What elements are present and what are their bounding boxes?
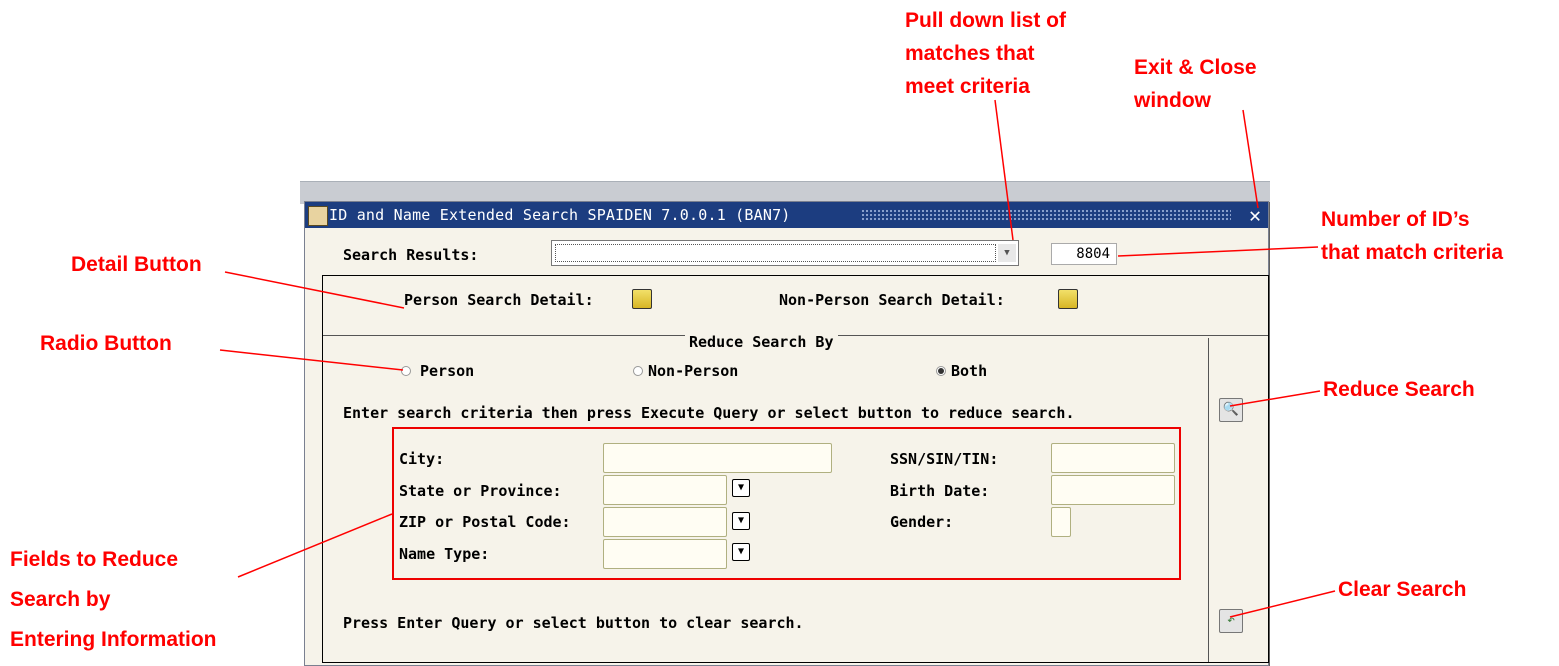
state-label: State or Province: (399, 482, 562, 500)
ssn-input[interactable] (1051, 443, 1175, 473)
criteria-instructions: Enter search criteria then press Execute… (343, 404, 1075, 422)
name-type-input[interactable] (603, 539, 727, 569)
radio-both-label: Both (951, 362, 988, 380)
state-dropdown-button[interactable]: ▼ (732, 479, 750, 497)
search-results-value (555, 244, 996, 262)
zip-label: ZIP or Postal Code: (399, 513, 571, 531)
annotation-detail-button: Detail Button (71, 253, 202, 276)
search-results-label: Search Results: (343, 246, 479, 264)
close-icon[interactable]: ✕ (1245, 204, 1265, 226)
radio-non-person-label: Non-Person (648, 362, 739, 380)
birth-date-input[interactable] (1051, 475, 1175, 505)
titlebar-grip (861, 209, 1231, 221)
city-input[interactable] (603, 443, 832, 473)
name-type-dropdown-button[interactable]: ▼ (732, 543, 750, 561)
annotation-reduce-search: Reduce Search (1323, 378, 1475, 401)
search-results-dropdown[interactable]: ▼ (551, 240, 1019, 266)
state-input[interactable] (603, 475, 727, 505)
app-icon (308, 206, 328, 226)
zip-dropdown-button[interactable]: ▼ (732, 512, 750, 530)
annotation-radio-button: Radio Button (40, 332, 172, 355)
person-search-detail-label: Person Search Detail: (404, 291, 594, 309)
annotation-number-of-ids: Number of ID’s that match criteria (1321, 208, 1504, 264)
annotation-clear-search: Clear Search (1338, 578, 1467, 601)
match-count-field: 8804 (1051, 243, 1117, 265)
window-title: ID and Name Extended Search SPAIDEN 7.0.… (329, 206, 791, 224)
annotation-fields: Fields to Reduce Search by Entering Info… (10, 548, 217, 651)
person-detail-button[interactable] (632, 289, 652, 309)
window-titlebar[interactable]: ID and Name Extended Search SPAIDEN 7.0.… (305, 202, 1268, 228)
name-type-label: Name Type: (399, 545, 490, 563)
non-person-detail-button[interactable] (1058, 289, 1078, 309)
reduce-search-title: Reduce Search By (685, 333, 838, 351)
reduce-search-button[interactable]: 🔍 (1219, 398, 1243, 422)
side-divider (1208, 338, 1209, 662)
birth-date-label: Birth Date: (890, 482, 990, 500)
radio-person-label: Person (420, 362, 475, 380)
annotation-pull-down: Pull down list of matches that meet crit… (905, 9, 1066, 98)
non-person-search-detail-label: Non-Person Search Detail: (779, 291, 1005, 309)
radio-both[interactable] (936, 366, 946, 376)
clear-instructions: Press Enter Query or select button to cl… (343, 614, 804, 632)
annotation-exit-close: Exit & Close window (1134, 56, 1257, 112)
extended-search-window: ID and Name Extended Search SPAIDEN 7.0.… (304, 201, 1269, 666)
chevron-down-icon[interactable]: ▼ (998, 244, 1016, 262)
radio-person[interactable] (401, 366, 411, 376)
clear-search-button[interactable]: ↶ (1219, 609, 1243, 633)
city-label: City: (399, 450, 445, 468)
radio-non-person[interactable] (633, 366, 643, 376)
gender-label: Gender: (890, 513, 954, 531)
zip-input[interactable] (603, 507, 727, 537)
ssn-label: SSN/SIN/TIN: (890, 450, 999, 468)
gender-input[interactable] (1051, 507, 1071, 537)
